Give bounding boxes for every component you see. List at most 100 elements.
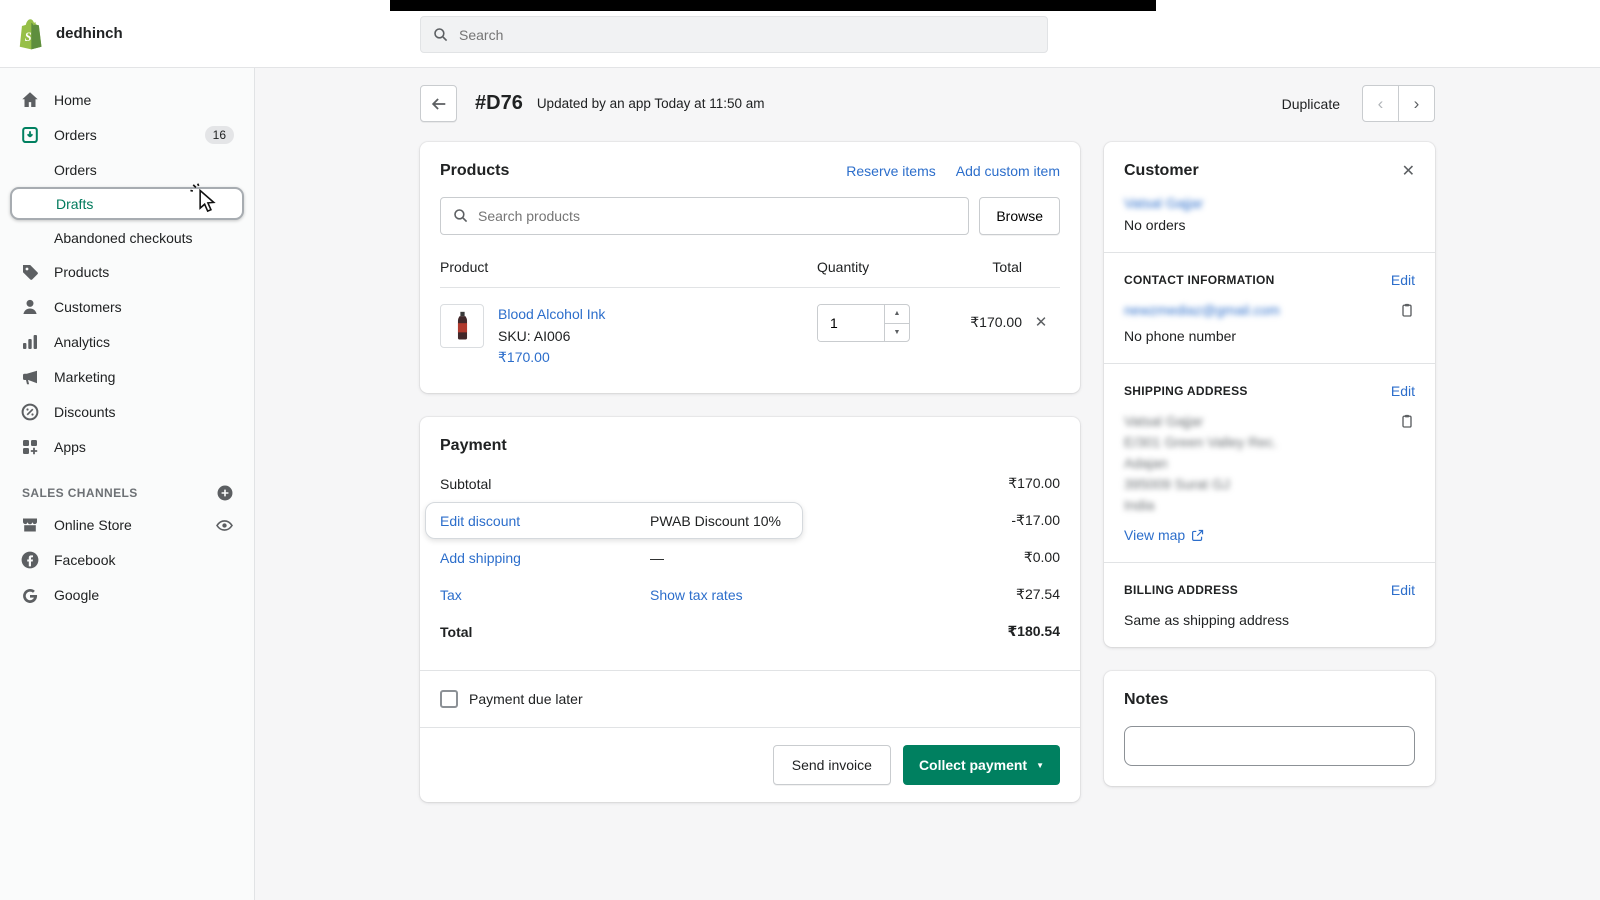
sidebar-item-label: Drafts	[56, 195, 94, 212]
product-search-input[interactable]	[478, 208, 957, 224]
shipping-value: ₹0.00	[1023, 549, 1060, 566]
quantity-stepper[interactable]: ▲ ▼	[817, 304, 910, 342]
column-quantity: Quantity	[817, 259, 870, 275]
sidebar-item-label: Products	[54, 264, 110, 280]
edit-shipping-link[interactable]: Edit	[1391, 383, 1415, 399]
browse-button[interactable]: Browse	[979, 197, 1060, 235]
quantity-input[interactable]	[818, 305, 884, 341]
notes-card-title: Notes	[1124, 691, 1169, 708]
customer-card: Customer ✕ Vatsal Gajjar No orders CONTA…	[1104, 142, 1435, 647]
sidebar-item-label: Google	[54, 587, 100, 603]
back-button[interactable]	[420, 85, 457, 122]
view-map-link[interactable]: View map	[1124, 527, 1204, 543]
line-item-total: ₹170.00	[970, 314, 1022, 330]
close-icon[interactable]: ✕	[1402, 161, 1415, 181]
payment-card-title: Payment	[440, 437, 507, 455]
edit-contact-link[interactable]: Edit	[1391, 272, 1415, 288]
billing-address-heading: BILLING ADDRESS	[1124, 583, 1239, 597]
payment-due-later-label: Payment due later	[469, 691, 583, 708]
products-card-title: Products	[440, 162, 510, 179]
product-name-link[interactable]: Blood Alcohol Ink	[498, 306, 605, 322]
sidebar-item-orders-sub[interactable]: Orders	[10, 153, 244, 186]
bottle-image	[457, 311, 467, 340]
prev-order-button[interactable]: ‹	[1362, 85, 1399, 122]
customer-email-link[interactable]: newzmediaz@gmail.com	[1124, 302, 1280, 318]
sales-channels-header: SALES CHANNELS	[22, 484, 234, 502]
sidebar-item-orders[interactable]: Orders 16	[10, 118, 244, 152]
brand[interactable]: S dedhinch	[0, 18, 255, 50]
view-map-label: View map	[1124, 527, 1186, 543]
sidebar-item-label: Orders	[54, 161, 97, 178]
payment-due-later-row: Payment due later	[420, 670, 1080, 727]
orders-icon	[20, 125, 40, 145]
global-search[interactable]	[420, 16, 1048, 53]
global-search-input[interactable]	[459, 26, 1035, 43]
notes-input[interactable]	[1124, 726, 1415, 766]
add-custom-item-link[interactable]: Add custom item	[956, 163, 1060, 179]
clipboard-icon[interactable]	[1399, 302, 1415, 318]
tax-row: Tax Show tax rates ₹27.54	[440, 576, 1060, 613]
top-black-strip	[390, 0, 1156, 11]
sidebar-item-apps[interactable]: Apps	[10, 430, 244, 464]
billing-address-text: Same as shipping address	[1124, 612, 1289, 628]
discount-row: Edit discount PWAB Discount 10% -₹17.00	[425, 502, 1060, 540]
eye-icon[interactable]	[214, 515, 234, 535]
edit-billing-link[interactable]: Edit	[1391, 582, 1415, 598]
sidebar-item-label: Home	[54, 92, 92, 108]
total-row: Total ₹180.54	[440, 613, 1060, 650]
sidebar-item-drafts[interactable]: Drafts	[10, 187, 244, 220]
customer-name-link[interactable]: Vatsal Gajjar	[1124, 195, 1203, 211]
sidebar-item-analytics[interactable]: Analytics	[10, 325, 244, 359]
product-price-link[interactable]: ₹170.00	[498, 349, 550, 365]
sidebar-item-label: Orders	[54, 127, 97, 143]
shipping-dash: —	[650, 549, 664, 566]
sidebar-item-products[interactable]: Products	[10, 255, 244, 289]
sidebar-item-customers[interactable]: Customers	[10, 290, 244, 324]
shipping-row: Add shipping — ₹0.00	[440, 539, 1060, 576]
back-arrow-icon	[430, 95, 448, 113]
sidebar: Home Orders 16 Orders Drafts Abandoned c…	[0, 68, 255, 900]
payment-due-later-checkbox[interactable]	[440, 690, 458, 709]
remove-item-icon[interactable]: ✕	[1022, 304, 1060, 331]
send-invoice-button[interactable]: Send invoice	[772, 745, 891, 786]
updated-text: Updated by an app Today at 11:50 am	[536, 96, 765, 111]
products-table-header: Product Quantity Total	[440, 259, 1060, 287]
online-store-icon	[20, 515, 40, 535]
stepper-down-icon[interactable]: ▼	[885, 324, 909, 342]
add-shipping-link[interactable]: Add shipping	[440, 550, 650, 566]
notes-card: Notes	[1104, 671, 1435, 786]
search-icon	[433, 27, 449, 43]
sales-channels-label: SALES CHANNELS	[22, 486, 138, 500]
stepper-up-icon[interactable]: ▲	[885, 305, 909, 324]
sidebar-item-marketing[interactable]: Marketing	[10, 360, 244, 394]
sidebar-item-google[interactable]: Google	[10, 578, 244, 612]
collect-payment-button[interactable]: Collect payment ▼	[902, 745, 1060, 786]
sidebar-item-label: Customers	[54, 299, 122, 315]
sidebar-item-discounts[interactable]: Discounts	[10, 395, 244, 429]
tax-link[interactable]: Tax	[440, 587, 650, 603]
sidebar-item-home[interactable]: Home	[10, 83, 244, 117]
home-icon	[20, 90, 40, 110]
subtotal-row: Subtotal ₹170.00	[440, 465, 1060, 502]
sidebar-item-label: Abandoned checkouts	[54, 229, 193, 246]
payment-card: Payment Subtotal ₹170.00 Edit discount P…	[420, 417, 1080, 803]
store-name: dedhinch	[56, 25, 123, 42]
sidebar-item-facebook[interactable]: Facebook	[10, 543, 244, 577]
sidebar-item-online-store[interactable]: Online Store	[10, 508, 244, 542]
contact-information-heading: CONTACT INFORMATION	[1124, 273, 1275, 287]
column-total: Total	[992, 259, 1022, 275]
duplicate-button[interactable]: Duplicate	[1282, 96, 1340, 112]
edit-discount-link[interactable]: Edit discount	[440, 513, 650, 529]
tax-value: ₹27.54	[1016, 586, 1060, 603]
caret-down-icon: ▼	[1036, 760, 1044, 770]
show-tax-rates-link[interactable]: Show tax rates	[650, 587, 940, 603]
svg-text:S: S	[25, 30, 32, 44]
main-area: #D76 Updated by an app Today at 11:50 am…	[255, 68, 1600, 900]
search-icon	[453, 208, 469, 224]
sidebar-item-abandoned-checkouts[interactable]: Abandoned checkouts	[10, 221, 244, 254]
next-order-button[interactable]: ›	[1398, 85, 1435, 122]
reserve-items-link[interactable]: Reserve items	[846, 163, 935, 179]
product-search[interactable]	[440, 197, 970, 235]
clipboard-icon[interactable]	[1399, 413, 1415, 429]
add-channel-plus-icon[interactable]	[216, 484, 234, 502]
